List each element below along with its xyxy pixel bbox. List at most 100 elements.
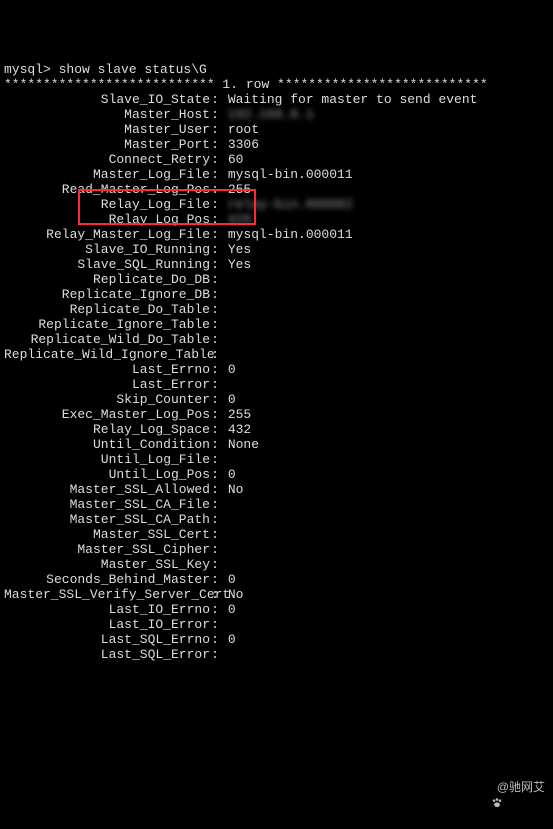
field-value: Yes — [228, 242, 251, 257]
colon-separator: : — [210, 422, 220, 437]
field-label: Last_Errno — [4, 362, 210, 377]
field-row: Master_SSL_CA_Path: — [4, 512, 549, 527]
field-row: Last_Error: — [4, 377, 549, 392]
field-label: Relay_Log_Space — [4, 422, 210, 437]
colon-separator: : — [210, 452, 220, 467]
field-row: Slave_IO_Running: Yes — [4, 242, 549, 257]
field-row: Last_IO_Errno: 0 — [4, 602, 549, 617]
field-label: Master_SSL_Allowed — [4, 482, 210, 497]
field-label: Replicate_Ignore_DB — [4, 287, 210, 302]
field-label: Master_SSL_CA_Path — [4, 512, 210, 527]
terminal-output: mysql> show slave status\G**************… — [4, 62, 549, 662]
field-value: 3306 — [228, 137, 259, 152]
colon-separator: : — [210, 632, 220, 647]
colon-separator: : — [210, 152, 220, 167]
field-value: Waiting for master to send event — [228, 92, 478, 107]
paw-icon — [477, 781, 491, 795]
field-row: Last_Errno: 0 — [4, 362, 549, 377]
colon-separator: : — [210, 602, 220, 617]
colon-separator: : — [210, 167, 220, 182]
field-row: Until_Log_File: — [4, 452, 549, 467]
field-value: None — [228, 437, 259, 452]
colon-separator: : — [210, 107, 220, 122]
field-label: Relay_Master_Log_File — [4, 227, 210, 242]
colon-separator: : — [210, 527, 220, 542]
colon-separator: : — [210, 482, 220, 497]
field-label: Slave_IO_State — [4, 92, 210, 107]
field-label: Last_SQL_Error — [4, 647, 210, 662]
field-value: 0 — [228, 392, 236, 407]
colon-separator: : — [210, 302, 220, 317]
field-value: mysql-bin.000011 — [228, 227, 353, 242]
field-row: Master_SSL_Cipher: — [4, 542, 549, 557]
colon-separator: : — [210, 317, 220, 332]
colon-separator: : — [210, 437, 220, 452]
colon-separator: : — [210, 512, 220, 527]
field-row: Until_Condition: None — [4, 437, 549, 452]
colon-separator: : — [210, 542, 220, 557]
field-label: Read_Master_Log_Pos — [4, 182, 210, 197]
field-label: Last_SQL_Errno — [4, 632, 210, 647]
prompt-line: mysql> show slave status\G — [4, 62, 549, 77]
field-value: 0 — [228, 632, 236, 647]
field-label: Slave_SQL_Running — [4, 257, 210, 272]
field-row: Exec_Master_Log_Pos: 255 — [4, 407, 549, 422]
field-row: Slave_SQL_Running: Yes — [4, 257, 549, 272]
field-value: mysql-bin.000011 — [228, 167, 353, 182]
field-value: 420 — [228, 212, 376, 227]
field-row: Master_SSL_CA_File: — [4, 497, 549, 512]
field-label: Seconds_Behind_Master — [4, 572, 210, 587]
field-label: Skip_Counter — [4, 392, 210, 407]
field-label: Until_Log_Pos — [4, 467, 210, 482]
field-row: Read_Master_Log_Pos: 255 — [4, 182, 549, 197]
field-row: Master_SSL_Verify_Server_Cert: No — [4, 587, 549, 602]
colon-separator: : — [210, 122, 220, 137]
field-label: Last_IO_Error — [4, 617, 210, 632]
field-label: Exec_Master_Log_Pos — [4, 407, 210, 422]
field-label: Master_SSL_Cert — [4, 527, 210, 542]
field-row: Master_SSL_Cert: — [4, 527, 549, 542]
colon-separator: : — [210, 242, 220, 257]
field-row: Master_Port: 3306 — [4, 137, 549, 152]
field-value: 432 — [228, 422, 251, 437]
field-row: Last_SQL_Errno: 0 — [4, 632, 549, 647]
field-label: Master_SSL_Cipher — [4, 542, 210, 557]
colon-separator: : — [210, 587, 220, 602]
colon-separator: : — [210, 257, 220, 272]
field-label: Replicate_Wild_Ignore_Table — [4, 347, 210, 362]
row-header: *************************** 1. row *****… — [4, 77, 549, 92]
field-value: 0 — [228, 572, 236, 587]
field-label: Master_User — [4, 122, 210, 137]
colon-separator: : — [210, 197, 220, 212]
field-label: Relay_Log_Pos — [4, 212, 210, 227]
field-value: 0 — [228, 602, 236, 617]
colon-separator: : — [210, 272, 220, 287]
field-value: root — [228, 122, 259, 137]
field-label: Master_SSL_Verify_Server_Cert — [4, 587, 210, 602]
field-row: Skip_Counter: 0 — [4, 392, 549, 407]
field-row: Relay_Log_Space: 432 — [4, 422, 549, 437]
field-label: Master_Port — [4, 137, 210, 152]
colon-separator: : — [210, 617, 220, 632]
field-row: Replicate_Wild_Ignore_Table: — [4, 347, 549, 362]
field-row: Connect_Retry: 60 — [4, 152, 549, 167]
colon-separator: : — [210, 287, 220, 302]
colon-separator: : — [210, 137, 220, 152]
field-label: Until_Condition — [4, 437, 210, 452]
field-label: Last_Error — [4, 377, 210, 392]
field-value: 192.168.0.1 — [228, 107, 314, 122]
colon-separator: : — [210, 647, 220, 662]
field-row: Master_Host: 192.168.0.1 — [4, 107, 549, 122]
field-label: Until_Log_File — [4, 452, 210, 467]
colon-separator: : — [210, 362, 220, 377]
field-label: Connect_Retry — [4, 152, 210, 167]
field-row: Last_IO_Error: — [4, 617, 549, 632]
field-row: Until_Log_Pos: 0 — [4, 467, 549, 482]
field-row: Replicate_Wild_Do_Table: — [4, 332, 549, 347]
field-label: Master_Log_File — [4, 167, 210, 182]
field-label: Master_SSL_Key — [4, 557, 210, 572]
colon-separator: : — [210, 497, 220, 512]
field-value: 255 — [228, 182, 251, 197]
field-row: Master_SSL_Allowed: No — [4, 482, 549, 497]
field-value: 60 — [228, 152, 244, 167]
